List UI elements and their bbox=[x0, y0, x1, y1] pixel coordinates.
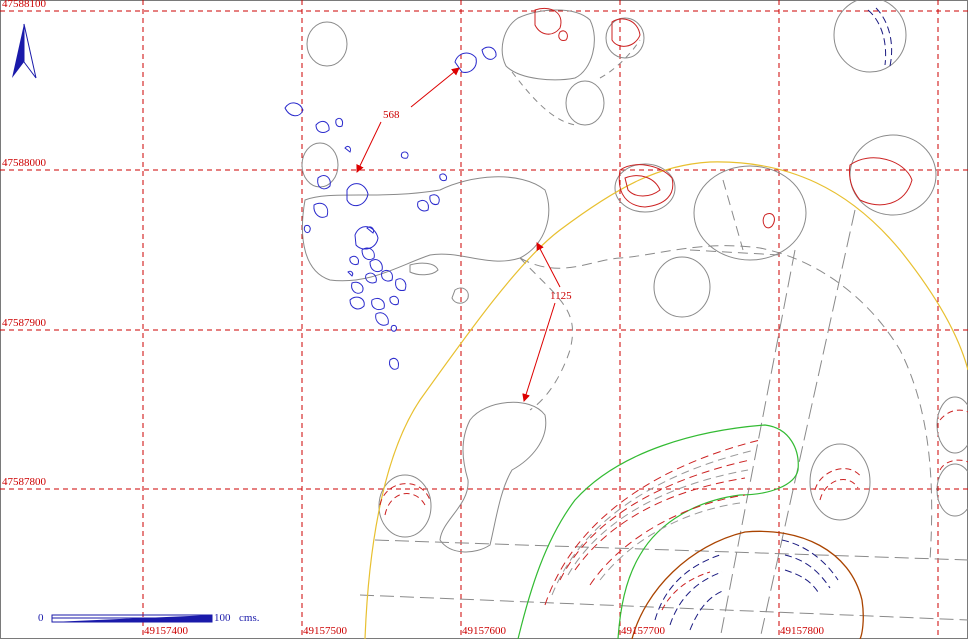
grid-label-x-4: 49157700 bbox=[621, 625, 666, 637]
annotation-1125: 1125 bbox=[550, 290, 572, 302]
scale-bar bbox=[51, 614, 213, 623]
scale-end: 100 bbox=[214, 612, 231, 624]
annotation-568: 568 bbox=[383, 109, 400, 121]
grid-label-x-1: 49157400 bbox=[144, 625, 189, 637]
brown-boundary bbox=[631, 530, 864, 639]
scale-unit: cms. bbox=[239, 612, 260, 624]
grid-label-y-1: 47588100 bbox=[2, 0, 47, 10]
grid-label-x-5: 49157800 bbox=[780, 625, 825, 637]
scale-start: 0 bbox=[38, 612, 44, 624]
map-canvas[interactable]: 568 1125 47588100 47588000 47587900 4758… bbox=[0, 0, 968, 639]
north-arrow-icon bbox=[12, 23, 37, 79]
arrow-1125-to-upper bbox=[536, 242, 561, 288]
blue-stones bbox=[284, 46, 497, 370]
grid-label-y-3: 47587900 bbox=[2, 317, 47, 329]
red-dashed-arcs bbox=[544, 439, 761, 606]
navy-dashed-arcs bbox=[654, 7, 893, 631]
grid-lines bbox=[0, 0, 968, 639]
grey-features bbox=[301, 0, 968, 639]
grid-label-y-2: 47588000 bbox=[2, 157, 47, 169]
green-boundary bbox=[517, 424, 799, 639]
arrow-568-to-lower bbox=[356, 121, 382, 173]
grid-label-x-3: 49157600 bbox=[462, 625, 507, 637]
grid-label-x-2: 49157500 bbox=[303, 625, 348, 637]
red-dashed-small bbox=[379, 409, 968, 611]
arrow-568-to-upper bbox=[410, 67, 460, 108]
arrow-1125-to-lower bbox=[522, 302, 556, 402]
grid-label-y-4: 47587800 bbox=[2, 476, 47, 488]
yellow-boundary bbox=[364, 161, 968, 639]
grey-dashed-arcs bbox=[551, 449, 756, 596]
